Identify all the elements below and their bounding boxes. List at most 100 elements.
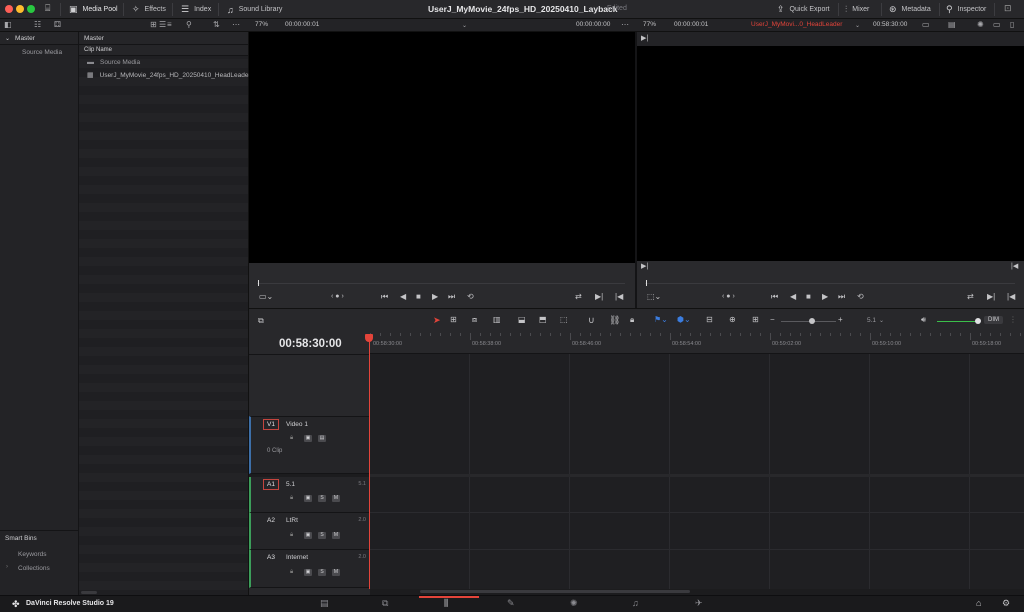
loop-icon[interactable]: ⟲ [857,292,864,301]
zoom-slider-handle[interactable] [809,318,815,324]
mark-out-icon[interactable]: |◀ [615,292,623,301]
stop-icon[interactable]: ■ [806,292,811,301]
deliver-page-icon[interactable]: ✈ [695,598,703,609]
smart-bins-header[interactable]: Smart Bins [5,535,37,542]
detail-view-icon[interactable]: ≡ [167,20,172,29]
auto-select-icon[interactable]: ▣ [304,532,312,539]
auto-select-icon[interactable]: ▣ [304,435,312,442]
chevron-down-icon[interactable]: ⌄ [462,22,467,29]
volume-slider-handle[interactable] [975,318,981,324]
zoom-full-icon[interactable]: ⊟ [706,315,713,324]
lock-icon[interactable]: 🔒︎ [290,532,293,539]
smart-bin-collections[interactable]: Collections [18,565,50,572]
metadata-button[interactable]: ⊛ Metadata [889,0,931,19]
track-id[interactable]: A2 [267,517,275,524]
mark-out-icon[interactable]: |◀ [1011,262,1018,270]
mark-in-icon[interactable]: ▶| [987,292,995,301]
color-icon[interactable]: ✺ [977,20,984,29]
horizontal-scrollbar[interactable] [81,591,97,594]
reverse-play-icon[interactable]: ◀ [400,292,406,301]
mark-in-icon[interactable]: ▶| [595,292,603,301]
chevron-down-icon[interactable]: ⌄ [5,35,10,42]
media-page-icon[interactable]: ▤ [320,598,329,609]
effects-button[interactable]: ✧ Effects [132,0,166,19]
mark-in-icon[interactable]: ▶| [641,262,648,270]
auto-select-icon[interactable]: ▣ [304,495,312,502]
chevron-right-icon[interactable]: › [6,564,8,570]
mute-button[interactable]: M [332,532,340,539]
play-icon[interactable]: ▶ [432,292,438,301]
selection-tool-icon[interactable]: ➤ [433,315,441,326]
timeline-viewer[interactable] [637,46,1024,261]
window-zoom-button[interactable] [27,5,35,13]
quick-export-button[interactable]: ⇪ Quick Export [777,0,830,19]
clip-name-column-header[interactable]: Clip Name [79,45,248,56]
timeline-zoom[interactable]: 77% [643,21,656,28]
mute-button[interactable]: M [332,495,340,502]
volume-slider[interactable] [937,321,977,322]
zoom-in-icon[interactable]: + [838,315,843,324]
zoom-out-icon[interactable]: − [770,315,775,324]
auto-select-icon[interactable]: ▣ [304,569,312,576]
track-id[interactable]: A3 [267,554,275,561]
edit-page-icon[interactable]: ⫼ [444,598,448,609]
mark-out-icon[interactable]: |◀ [1007,292,1015,301]
search-icon[interactable]: ⚲ [186,20,192,29]
list-view-icon[interactable]: ☷ [34,20,41,29]
inspector-button[interactable]: ⚲ Inspector [946,0,986,19]
window-minimize-button[interactable] [16,5,24,13]
marker-icon[interactable]: ⬢⌄ [677,315,691,324]
match-frame-icon[interactable]: ⇄ [575,292,582,301]
bin-source-media[interactable]: Source Media [22,49,62,56]
sound-library-button[interactable]: ♫ Sound Library [227,0,282,19]
audio-format-select[interactable]: 5.1 [867,317,876,324]
sort-icon[interactable]: ⇅ [213,20,220,29]
match-frame-icon[interactable]: ⇄ [967,292,974,301]
window-close-button[interactable] [5,5,13,13]
track-header-a2[interactable]: A2 LtRt 2.0 🔒︎ ▣ S M [249,513,370,550]
dim-button[interactable]: DIM [984,316,1003,324]
skip-forward-icon[interactable]: ⏭ [838,292,845,302]
speaker-icon[interactable]: 🔊︎ [921,315,926,325]
track-id[interactable]: A1 [263,479,279,490]
dynamic-trim-icon[interactable]: ⧈ [472,315,477,325]
bin-header[interactable]: ⌄ Master [0,32,78,45]
source-viewer[interactable] [249,32,635,263]
skip-back-icon[interactable]: ⏮ [771,292,778,302]
solo-button[interactable]: S [318,495,326,502]
track-view-icon[interactable]: ▤ [318,435,326,442]
home-icon[interactable]: ⌂ [976,598,981,608]
timeline-scrollbar[interactable] [420,590,690,593]
trim-tool-icon[interactable]: ⊞ [450,315,457,324]
overwrite-clip-icon[interactable]: ⬒ [539,315,547,324]
thumbnail-view-icon[interactable]: ⚃ [54,20,61,29]
smart-bin-keywords[interactable]: Keywords [18,551,47,558]
skip-back-icon[interactable]: ⏮ [381,292,388,302]
list-item[interactable]: ▦ UserJ_MyMovie_24fps_HD_20250410_HeadLe… [87,71,251,80]
timeline-timecode[interactable]: 00:58:30:00 [279,338,342,350]
dual-viewer-icon[interactable]: ▯ [1010,20,1014,29]
snapping-icon[interactable]: ∪ [588,315,595,326]
index-button[interactable]: ☰ Index [181,0,211,19]
timeline-playhead[interactable] [369,340,370,589]
track-header-a1[interactable]: A1 5.1 5.1 🔒︎ ▣ S M [249,477,370,513]
fullscreen-icon[interactable]: ⊡ [1004,3,1012,14]
stop-icon[interactable]: ■ [416,292,421,301]
workspace-icon[interactable]: ⌸ [45,3,50,14]
cut-page-icon[interactable]: ⧉ [382,598,388,609]
track-id[interactable]: V1 [263,419,279,430]
list-item[interactable]: ▬ Source Media [87,59,140,66]
blade-tool-icon[interactable]: ▥ [493,315,501,324]
lock-icon[interactable]: 🔒︎ [290,495,293,502]
viewer-options-icon[interactable]: ⬚⌄ [647,292,661,301]
mute-button[interactable]: M [332,569,340,576]
track-header-v1[interactable]: V1 Video 1 🔒︎ ▣ ▤ 0 Clip [249,416,370,474]
track-header-a3[interactable]: A3 Internet 2.0 🔒︎ ▣ S M [249,550,370,588]
insert-clip-icon[interactable]: ⬓ [518,315,526,324]
timeline-options-icon[interactable]: ⧉ [258,316,264,326]
timeline-viewer-playhead[interactable] [646,280,647,286]
mark-in-icon[interactable]: ▶| [641,34,648,42]
media-pool-button[interactable]: ▣ Media Pool [69,0,118,19]
reverse-play-icon[interactable]: ◀ [790,292,796,301]
fairlight-page-icon[interactable]: ♫ [632,598,639,608]
